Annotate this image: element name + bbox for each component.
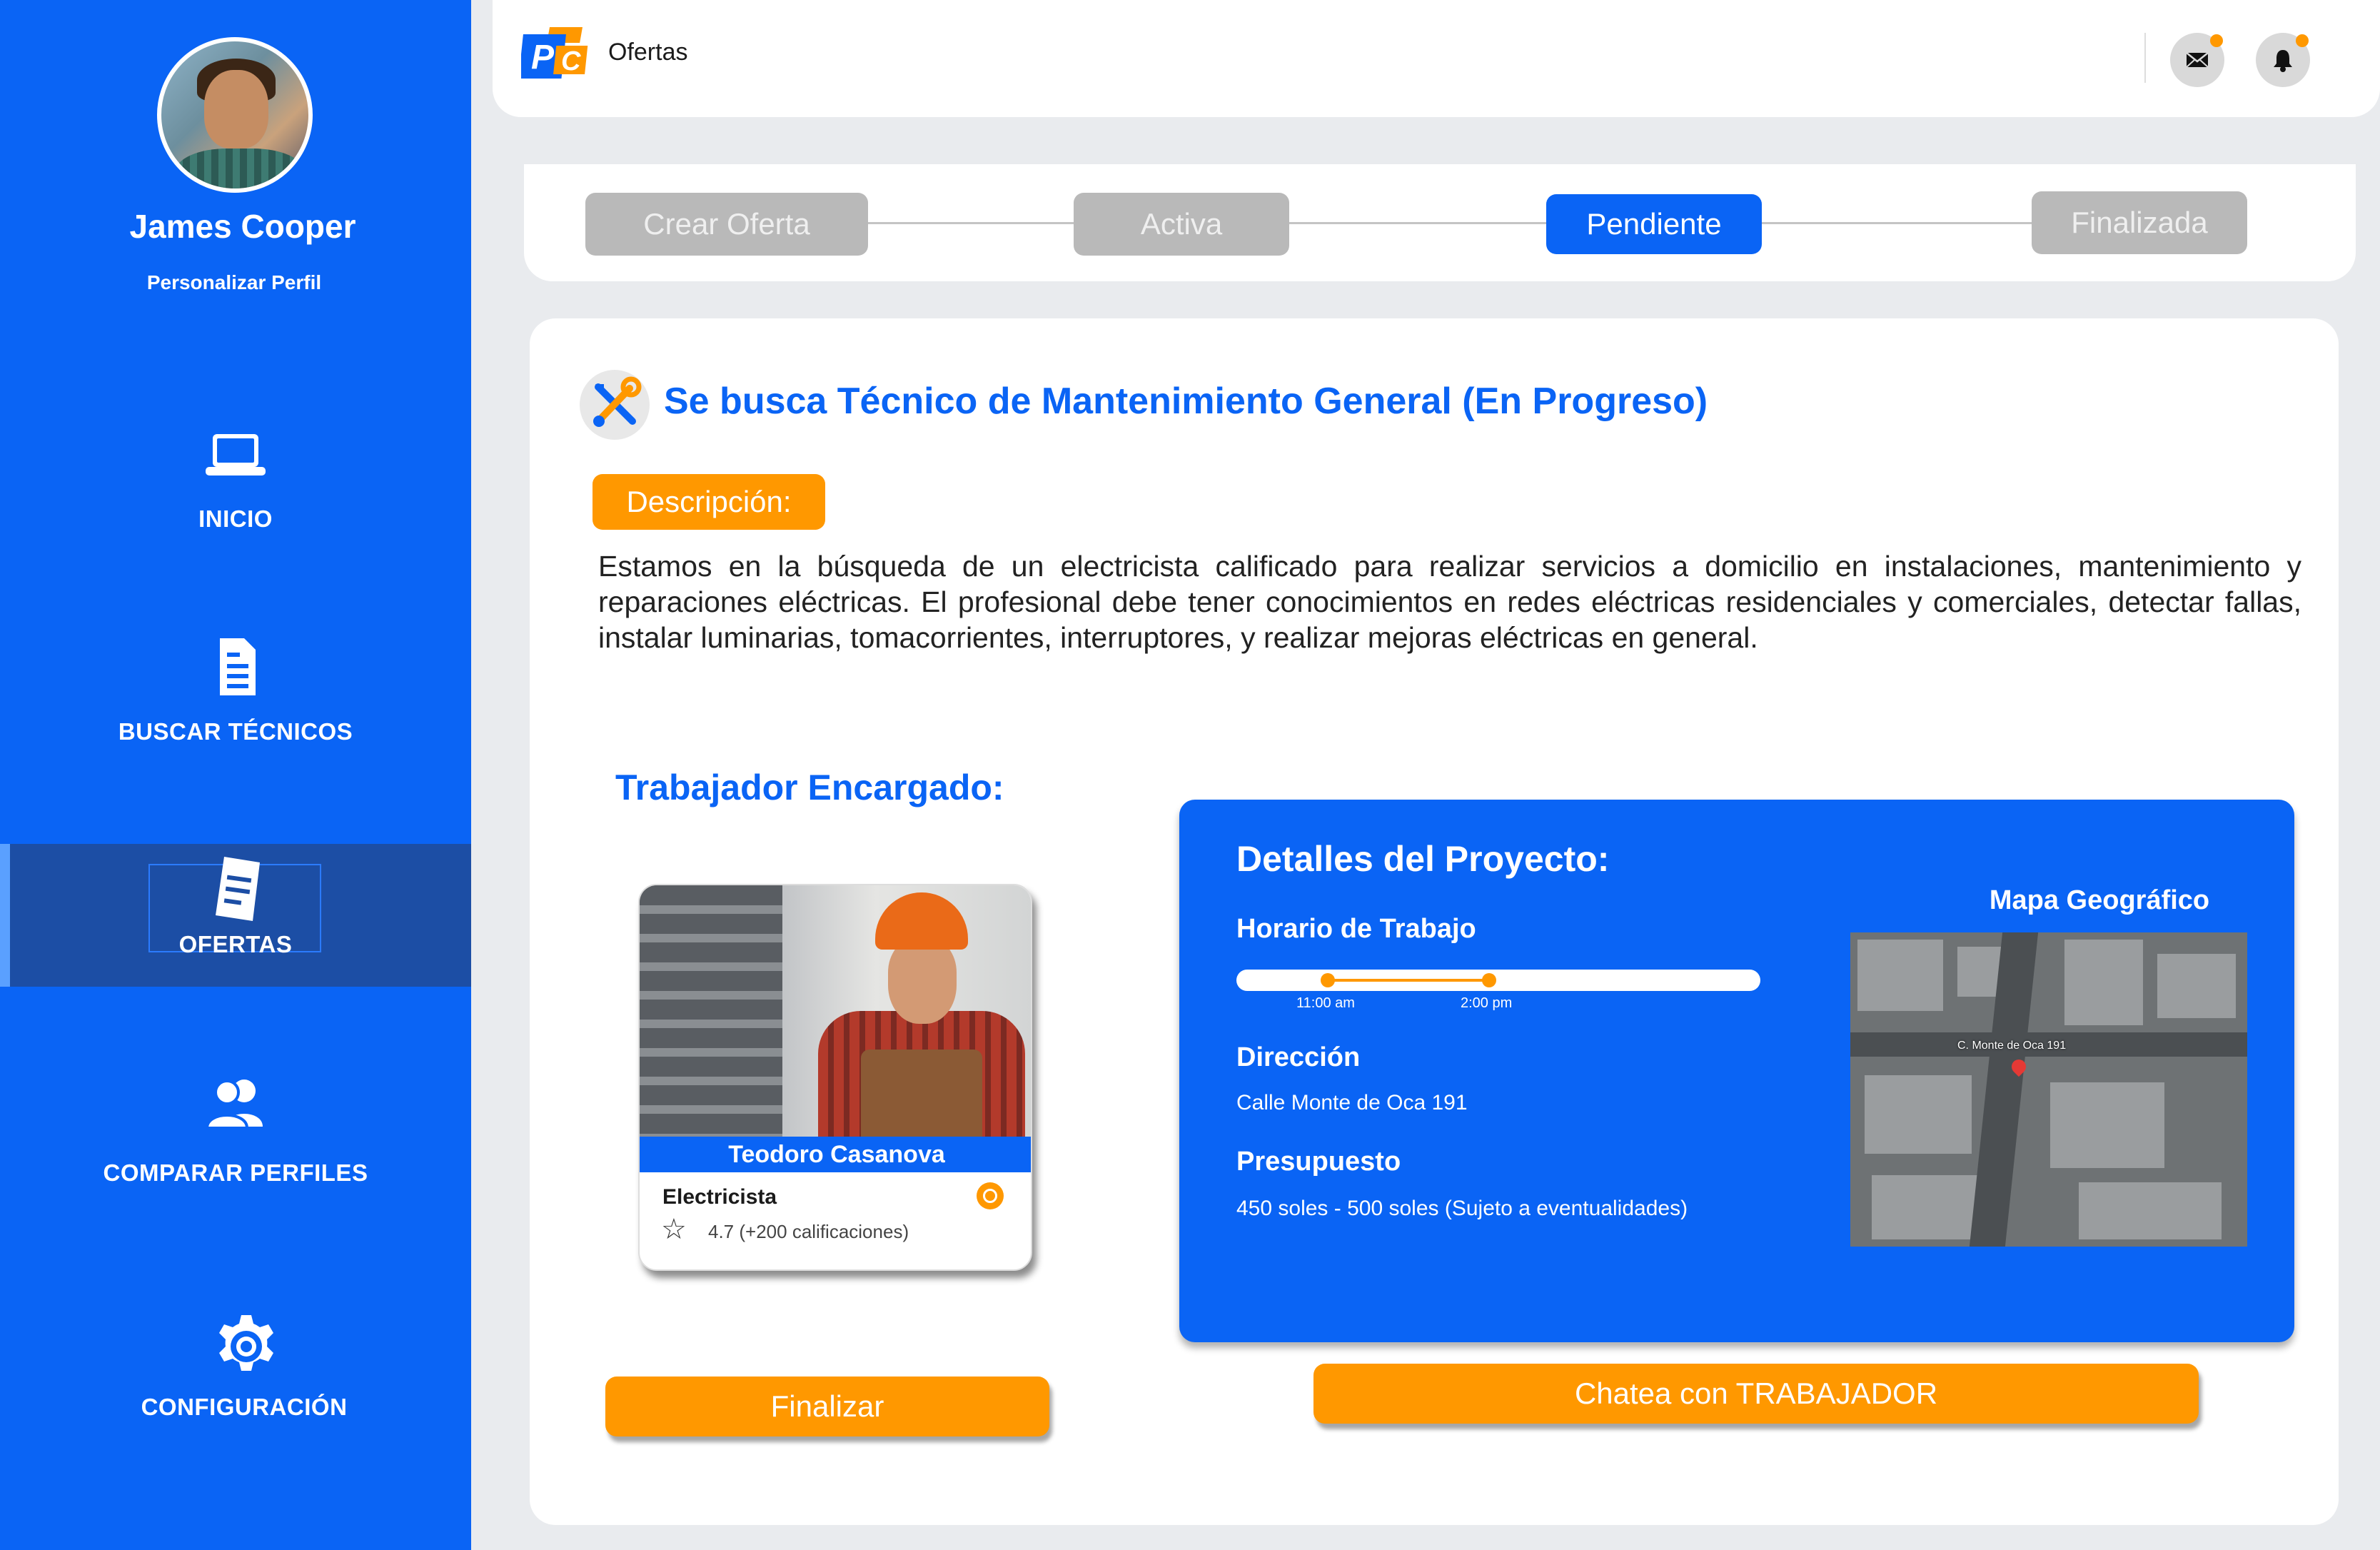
svg-text:C: C xyxy=(561,46,581,76)
finish-button[interactable]: Finalizar xyxy=(605,1377,1049,1436)
worker-card[interactable]: Teodoro Casanova Electricista ☆ 4.7 (+20… xyxy=(638,884,1032,1271)
user-name: James Cooper xyxy=(129,208,356,245)
mail-icon xyxy=(2186,52,2209,68)
offer-description: Estamos en la búsqueda de un electricist… xyxy=(598,550,2301,654)
sidebar-item-configuracion[interactable]: CONFIGURACIÓN xyxy=(0,1311,471,1454)
page-title: Ofertas xyxy=(608,39,688,66)
top-bar: P C Ofertas xyxy=(493,0,2380,117)
laptop-icon xyxy=(206,434,266,475)
step-pendiente[interactable]: Pendiente xyxy=(1546,194,1762,254)
divider xyxy=(2144,33,2146,83)
budget-value: 450 soles - 500 soles (Sujeto a eventual… xyxy=(1236,1197,1688,1220)
notifications-button[interactable] xyxy=(2256,33,2310,87)
offer-title: Se busca Técnico de Mantenimiento Genera… xyxy=(664,381,1708,422)
offer-card: Se busca Técnico de Mantenimiento Genera… xyxy=(530,318,2339,1525)
address-label: Dirección xyxy=(1236,1042,1361,1072)
sidebar-item-label: CONFIGURACIÓN xyxy=(141,1394,348,1420)
step-connector xyxy=(1752,222,2037,224)
chat-worker-button[interactable]: Chatea con TRABAJADOR xyxy=(1313,1364,2199,1424)
users-icon xyxy=(205,1080,263,1129)
project-details-panel: Detalles del Proyecto: Horario de Trabaj… xyxy=(1179,800,2294,1342)
step-activa[interactable]: Activa xyxy=(1074,193,1289,256)
step-crear-oferta[interactable]: Crear Oferta xyxy=(585,193,868,256)
tools-icon xyxy=(580,370,650,440)
star-icon: ☆ xyxy=(661,1213,687,1246)
worker-role: Electricista xyxy=(662,1185,777,1209)
schedule-end-label: 2:00 pm xyxy=(1461,995,1513,1011)
notification-dot xyxy=(2210,34,2223,47)
sidebar-item-label: BUSCAR TÉCNICOS xyxy=(118,718,353,745)
worker-name: Teodoro Casanova xyxy=(640,1137,1031,1172)
worker-rating: 4.7 (+200 calificaciones) xyxy=(708,1221,909,1242)
schedule-range xyxy=(1328,979,1489,982)
schedule-start-label: 11:00 am xyxy=(1296,995,1355,1011)
sidebar-item-inicio[interactable]: INICIO xyxy=(0,414,471,557)
location-map[interactable]: C. Monte de Oca 191 xyxy=(1850,932,2247,1247)
svg-text:P: P xyxy=(531,39,555,76)
verified-badge-icon xyxy=(977,1182,1004,1209)
sidebar-item-label: COMPARAR PERFILES xyxy=(103,1159,368,1186)
customize-profile-link[interactable]: Personalizar Perfil xyxy=(0,271,468,294)
avatar[interactable] xyxy=(157,37,313,193)
budget-label: Presupuesto xyxy=(1236,1147,1401,1177)
sidebar: James Cooper Personalizar Perfil INICIO … xyxy=(0,0,471,1550)
app-logo[interactable]: P C xyxy=(521,27,593,81)
details-heading: Detalles del Proyecto: xyxy=(1236,839,1610,879)
sidebar-item-buscar-tecnicos[interactable]: BUSCAR TÉCNICOS xyxy=(0,625,471,768)
sidebar-item-comparar-perfiles[interactable]: COMPARAR PERFILES xyxy=(0,1068,471,1211)
document-icon xyxy=(220,638,256,695)
step-connector xyxy=(867,222,1074,224)
worker-photo xyxy=(640,885,1031,1137)
offers-document-icon xyxy=(216,857,260,921)
schedule-slider[interactable] xyxy=(1236,970,1760,991)
description-badge: Descripción: xyxy=(593,474,825,530)
step-finalizada[interactable]: Finalizada xyxy=(2032,191,2247,254)
worker-heading: Trabajador Encargado: xyxy=(615,768,1004,807)
bell-icon xyxy=(2274,50,2292,72)
address-value: Calle Monte de Oca 191 xyxy=(1236,1091,1468,1114)
messages-button[interactable] xyxy=(2170,33,2224,87)
map-address-label: C. Monte de Oca 191 xyxy=(1957,1040,2067,1052)
sidebar-item-label: OFERTAS xyxy=(178,931,293,957)
sidebar-item-ofertas[interactable]: OFERTAS xyxy=(0,844,471,987)
gear-icon xyxy=(219,1315,273,1371)
schedule-end-handle[interactable] xyxy=(1482,973,1496,987)
schedule-start-handle[interactable] xyxy=(1321,973,1335,987)
sidebar-item-label: INICIO xyxy=(198,505,273,532)
status-stepper: Crear Oferta Activa Pendiente Finalizada xyxy=(524,164,2356,281)
notification-dot xyxy=(2296,34,2309,47)
schedule-label: Horario de Trabajo xyxy=(1236,914,1476,944)
map-title: Mapa Geográfico xyxy=(1989,885,2210,915)
